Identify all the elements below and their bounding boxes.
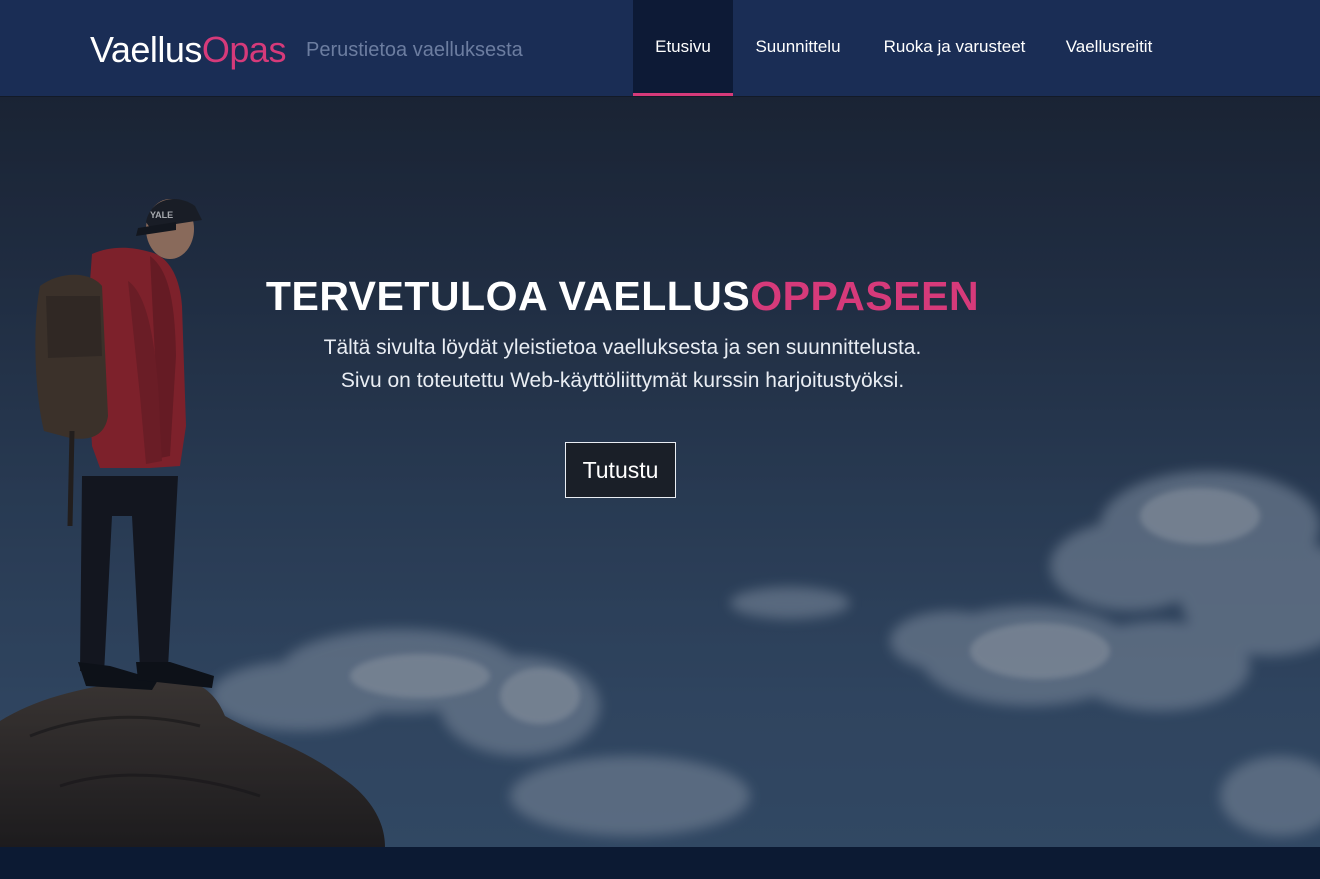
- logo-text-primary: Vaellus: [90, 29, 202, 70]
- tutustu-button[interactable]: Tutustu: [565, 442, 676, 498]
- hero-headline-white: TERVETULOA VAELLUS: [265, 273, 751, 319]
- hero-description-line-2: Sivu on toteutettu Web-käyttöliittymät k…: [340, 369, 905, 392]
- site-tagline: Perustietoa vaelluksesta: [306, 39, 523, 61]
- footer-bar: [0, 847, 1320, 879]
- nav-item-suunnittelu[interactable]: Suunnittelu: [733, 0, 863, 96]
- site-logo[interactable]: VaellusOpas: [90, 27, 286, 73]
- nav-item-ruoka-ja-varusteet[interactable]: Ruoka ja varusteet: [863, 0, 1046, 96]
- main-nav: Etusivu Suunnittelu Ruoka ja varusteet V…: [633, 0, 1172, 96]
- logo-text-accent: Opas: [201, 29, 287, 70]
- site-header: VaellusOpas Perustietoa vaelluksesta Etu…: [0, 0, 1320, 96]
- hero-description: Tältä sivulta löydät yleistietoa vaelluk…: [0, 331, 1245, 397]
- hero-headline: TERVETULOA VAELLUSOPPASEEN: [0, 272, 1245, 320]
- nav-item-vaellusreitit[interactable]: Vaellusreitit: [1046, 0, 1172, 96]
- hero-headline-accent: OPPASEEN: [750, 273, 980, 319]
- hero-section: YALE TERVETULOA VAELLUSOPPASEEN Tältä si…: [0, 96, 1320, 847]
- hero-description-line-1: Tältä sivulta löydät yleistietoa vaelluk…: [323, 336, 922, 359]
- hero-content: TERVETULOA VAELLUSOPPASEEN Tältä sivulta…: [0, 96, 1245, 847]
- nav-item-etusivu[interactable]: Etusivu: [633, 0, 733, 96]
